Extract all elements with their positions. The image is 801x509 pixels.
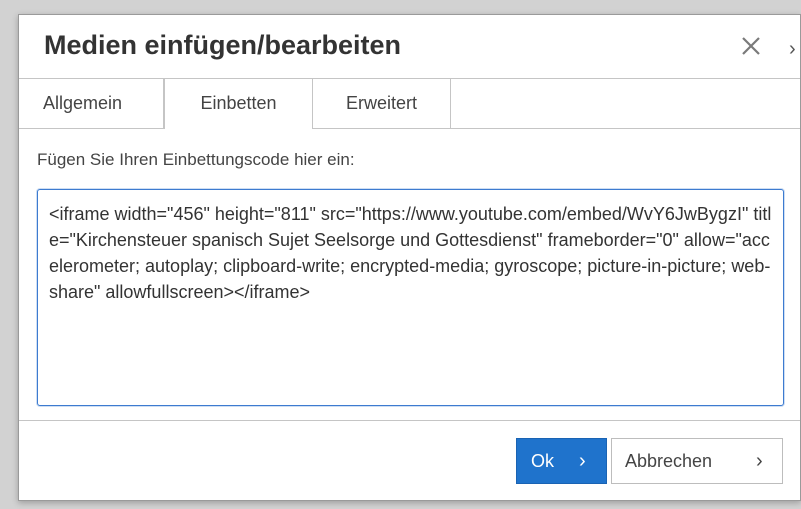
embed-code-label: Fügen Sie Ihren Einbettungscode hier ein… — [37, 150, 355, 169]
tab-general[interactable]: Allgemein — [19, 79, 164, 128]
ok-button-label: Ok — [531, 451, 555, 471]
tab-bar: Allgemein Einbetten Erweitert — [19, 79, 800, 129]
ok-button[interactable]: Ok › — [516, 438, 607, 484]
cancel-button[interactable]: Abbrechen › — [611, 438, 783, 484]
tab-advanced[interactable]: Erweitert — [313, 79, 451, 128]
chevron-right-icon: › — [579, 450, 586, 472]
embed-code-textarea[interactable]: <iframe width="456" height="811" src="ht… — [37, 189, 784, 406]
dialog-header: Medien einfügen/bearbeiten › — [19, 15, 800, 79]
cancel-button-label: Abbrechen — [625, 451, 713, 471]
chevron-right-icon: › — [756, 450, 763, 472]
overflow-chevron-icon: › — [789, 38, 796, 60]
tab-embed[interactable]: Einbetten — [164, 79, 313, 129]
dialog-title: Medien einfügen/bearbeiten — [44, 30, 402, 60]
media-dialog: Medien einfügen/bearbeiten › Allgemein E… — [18, 14, 801, 501]
close-icon[interactable] — [737, 32, 765, 60]
